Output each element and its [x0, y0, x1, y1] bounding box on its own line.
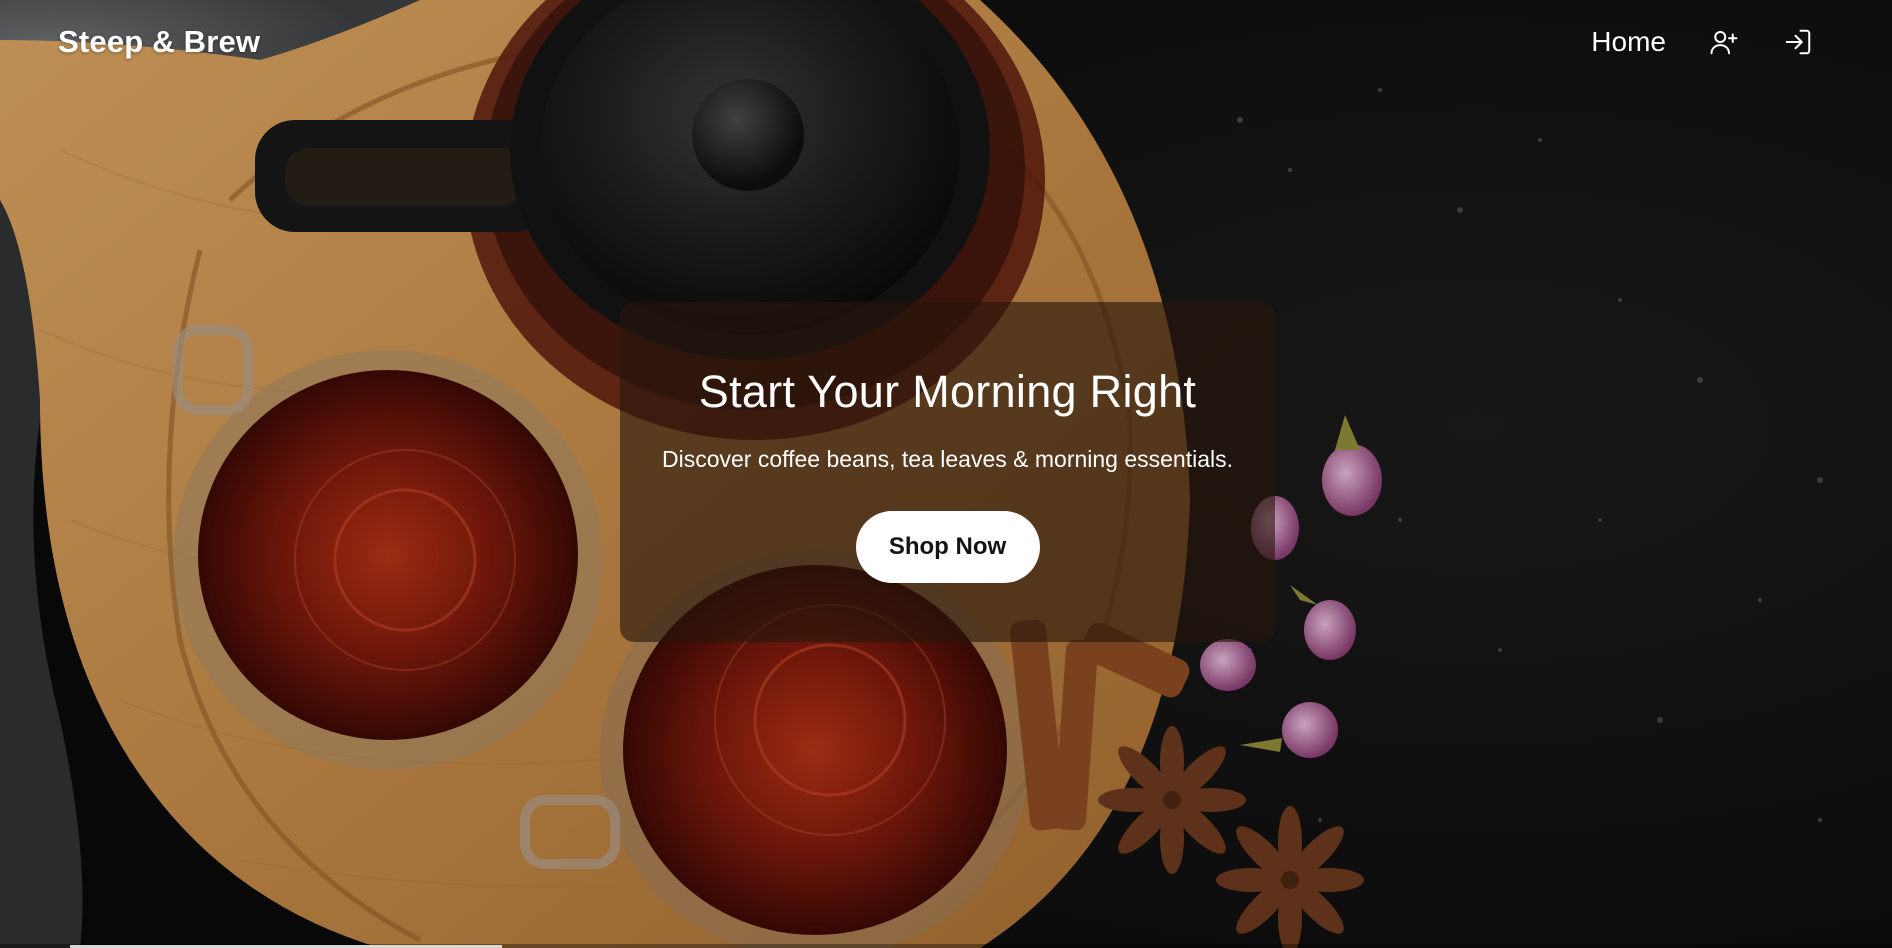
landing-page: Steep & Brew Home Start Your Morning Rig… [0, 0, 1892, 948]
brand-logo-link[interactable]: Steep & Brew [58, 24, 260, 60]
user-plus-icon[interactable] [1708, 26, 1740, 58]
nav-home-link[interactable]: Home [1591, 26, 1666, 58]
horizontal-scrollbar[interactable] [0, 944, 1892, 948]
sign-in-icon[interactable] [1782, 26, 1814, 58]
hero-title: Start Your Morning Right [698, 366, 1197, 417]
shop-now-button[interactable]: Shop Now [855, 511, 1040, 583]
nav-links: Home [1591, 26, 1814, 58]
hero-card: Start Your Morning Right Discover coffee… [620, 302, 1275, 642]
top-navigation: Steep & Brew Home [0, 0, 1892, 92]
hero-subtitle: Discover coffee beans, tea leaves & morn… [661, 446, 1234, 472]
